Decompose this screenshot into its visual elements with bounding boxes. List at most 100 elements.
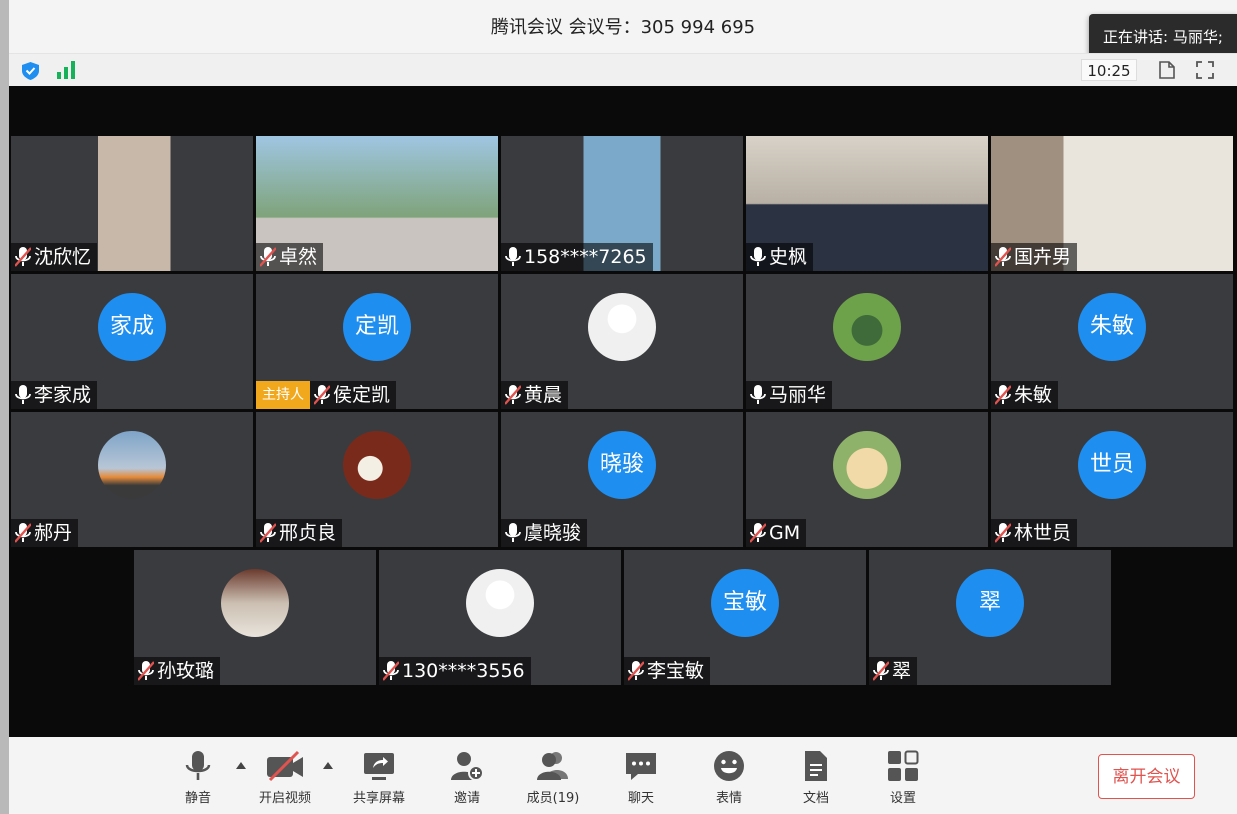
participant-nameplate: 主持人 侯定凯: [256, 381, 397, 409]
participant-tile[interactable]: 国卉男: [991, 136, 1233, 271]
mic-muted-icon: [873, 661, 889, 681]
participant-tile[interactable]: 孙玫璐: [134, 550, 376, 685]
add-user-icon: [451, 752, 484, 781]
participant-tile[interactable]: 宝敏李宝敏: [624, 550, 866, 685]
participant-name: 国卉男: [1014, 246, 1072, 268]
participant-tile[interactable]: 定凯主持人 侯定凯: [256, 274, 498, 409]
mic-muted-icon: [750, 523, 766, 543]
participant-tile[interactable]: 家成 李家成: [11, 274, 253, 409]
avatar-initials: 定凯: [343, 293, 411, 361]
participant-tile[interactable]: GM: [746, 412, 988, 547]
invite-button[interactable]: 邀请: [435, 749, 499, 806]
participant-tile[interactable]: 史枫: [746, 136, 988, 271]
participant-nameplate: 朱敏: [991, 381, 1059, 409]
participant-tile[interactable]: 黄晨: [501, 274, 743, 409]
participant-tile[interactable]: 沈欣忆: [11, 136, 253, 271]
participant-nameplate: 马丽华: [746, 381, 833, 409]
participant-tile[interactable]: 130****3556: [379, 550, 621, 685]
avatar-photo: [98, 431, 166, 499]
participant-tile[interactable]: 邢贞良: [256, 412, 498, 547]
window-left-edge: [0, 0, 9, 814]
participant-tile[interactable]: 158****7265: [501, 136, 743, 271]
video-options-caret-icon[interactable]: [323, 761, 333, 769]
grid-settings-icon: [888, 750, 919, 781]
participant-nameplate: 130****3556: [379, 657, 531, 685]
leave-meeting-button[interactable]: 离开会议: [1098, 754, 1195, 799]
mic-muted-icon: [995, 385, 1011, 405]
share-screen-button[interactable]: 共享屏幕: [347, 749, 411, 806]
participant-nameplate: 沈欣忆: [11, 243, 98, 271]
participant-name: 史枫: [769, 246, 808, 268]
camera-off-icon: [267, 750, 303, 782]
participant-name: 林世员: [1014, 522, 1072, 544]
mic-muted-icon: [260, 523, 276, 543]
participant-tile[interactable]: 郝丹: [11, 412, 253, 547]
avatar-initials: 宝敏: [711, 569, 779, 637]
avatar-photo: [343, 431, 411, 499]
participant-name: 翠: [892, 660, 912, 682]
chat-button[interactable]: 聊天: [609, 749, 673, 806]
bottom-toolbar: 静音 开启视频 共享屏幕 邀请 成员(19) 聊天 表情 文档 设置 离开会议: [9, 737, 1237, 814]
participant-name: GM: [769, 522, 801, 544]
mic-on-icon: [505, 523, 521, 542]
participant-nameplate: 郝丹: [11, 519, 79, 547]
settings-button[interactable]: 设置: [871, 749, 935, 806]
mic-on-icon: [750, 385, 766, 404]
meeting-title: 腾讯会议 会议号：305 994 695: [490, 17, 756, 38]
participant-name: 邢贞良: [279, 522, 337, 544]
participant-name: 郝丹: [34, 522, 73, 544]
participant-nameplate: 邢贞良: [256, 519, 343, 547]
avatar-initials: 翠: [956, 569, 1024, 637]
avatar-photo: [466, 569, 534, 637]
participant-name: 李家成: [34, 384, 92, 406]
document-icon: [805, 751, 827, 781]
participant-tile[interactable]: 马丽华: [746, 274, 988, 409]
participant-nameplate: 虞晓骏: [501, 519, 588, 547]
participant-name: 孙玫璐: [157, 660, 215, 682]
emoji-button[interactable]: 表情: [697, 749, 761, 806]
mic-muted-icon: [995, 523, 1011, 543]
mic-muted-icon: [138, 661, 154, 681]
avatar-photo: [833, 293, 901, 361]
participant-name: 朱敏: [1014, 384, 1053, 406]
layout-icon[interactable]: [1157, 60, 1177, 80]
mic-muted-icon: [383, 661, 399, 681]
shield-icon[interactable]: [22, 62, 39, 80]
mute-button[interactable]: 静音: [166, 749, 230, 806]
mic-muted-icon: [995, 247, 1011, 267]
participant-nameplate: 史枫: [746, 243, 814, 271]
title-bar: 腾讯会议 会议号：305 994 695: [9, 0, 1237, 53]
participant-nameplate: 黄晨: [501, 381, 569, 409]
fullscreen-icon[interactable]: [1195, 60, 1215, 80]
participant-nameplate: 李家成: [11, 381, 98, 409]
mic-options-caret-icon[interactable]: [236, 761, 246, 769]
participant-tile[interactable]: 翠翠: [869, 550, 1111, 685]
members-icon: [537, 752, 568, 780]
members-button[interactable]: 成员(19): [521, 749, 585, 806]
participant-tile[interactable]: 朱敏 朱敏: [991, 274, 1233, 409]
participant-nameplate: 翠: [869, 657, 918, 685]
avatar-photo: [588, 293, 656, 361]
avatar-photo: [221, 569, 289, 637]
documents-button[interactable]: 文档: [784, 749, 848, 806]
participant-tile[interactable]: 晓骏 虞晓骏: [501, 412, 743, 547]
mic-muted-icon: [505, 385, 521, 405]
start-video-button[interactable]: 开启视频: [253, 749, 317, 806]
smiley-icon: [714, 751, 744, 781]
participant-tile[interactable]: 世员林世员: [991, 412, 1233, 547]
chat-icon: [626, 753, 656, 780]
participant-name: 黄晨: [524, 384, 563, 406]
participant-nameplate: 孙玫璐: [134, 657, 221, 685]
share-screen-icon: [364, 753, 394, 780]
microphone-icon: [185, 751, 211, 780]
participant-name: 李宝敏: [647, 660, 705, 682]
mic-muted-icon: [628, 661, 644, 681]
participant-nameplate: 158****7265: [501, 243, 653, 271]
participant-nameplate: 李宝敏: [624, 657, 711, 685]
avatar-initials: 世员: [1078, 431, 1146, 499]
participant-name: 虞晓骏: [524, 522, 582, 544]
participant-nameplate: GM: [746, 519, 807, 547]
participant-tile[interactable]: 卓然: [256, 136, 498, 271]
signal-icon[interactable]: [56, 60, 76, 80]
participant-nameplate: 国卉男: [991, 243, 1078, 271]
